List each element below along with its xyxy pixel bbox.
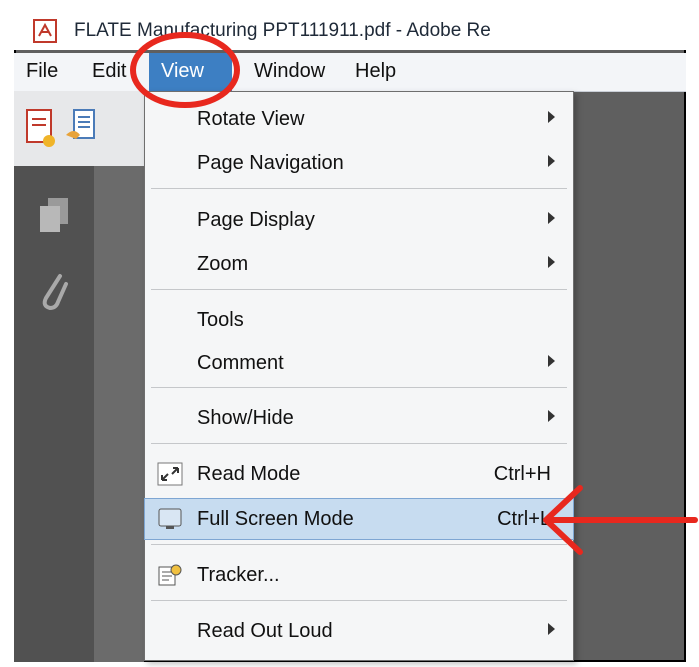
- chevron-right-icon: [548, 155, 555, 167]
- menu-separator: [151, 289, 567, 290]
- menu-separator: [151, 188, 567, 189]
- menu-item-label: Tools: [197, 309, 244, 331]
- menu-item-label: Page Navigation: [197, 152, 344, 174]
- menu-separator: [151, 443, 567, 444]
- menu-item-tracker[interactable]: Tracker...: [145, 555, 573, 595]
- title-bar: FLATE Manufacturing PPT111911.pdf - Adob…: [14, 0, 686, 50]
- document-area: [94, 166, 144, 662]
- menu-item-tools[interactable]: Tools: [145, 300, 573, 340]
- menu-item-full-screen-mode[interactable]: Full Screen Mode Ctrl+L: [144, 498, 574, 540]
- annotation-arrow: [543, 485, 698, 555]
- menu-item-label: Tracker...: [197, 564, 280, 586]
- document-icon[interactable]: [64, 107, 98, 151]
- menu-bar: File Edit Window Help: [14, 53, 686, 92]
- menu-file[interactable]: File: [26, 60, 58, 83]
- menu-item-label: Page Display: [197, 209, 315, 231]
- attachment-icon[interactable]: [36, 270, 72, 314]
- menu-item-comment[interactable]: Comment: [145, 343, 573, 383]
- menu-separator: [151, 600, 567, 601]
- menu-separator: [151, 544, 567, 545]
- menu-window[interactable]: Window: [254, 60, 325, 83]
- view-menu-dropdown: Rotate View Page Navigation Page Display…: [144, 91, 574, 661]
- menu-item-page-navigation[interactable]: Page Navigation: [145, 143, 573, 183]
- menu-item-page-display[interactable]: Page Display: [145, 200, 573, 240]
- chevron-right-icon: [548, 623, 555, 635]
- chevron-right-icon: [548, 111, 555, 123]
- read-mode-icon: [157, 462, 183, 486]
- menu-separator: [151, 387, 567, 388]
- chevron-right-icon: [548, 410, 555, 422]
- toolbar: [14, 91, 144, 166]
- tracker-icon: [158, 564, 182, 586]
- menu-item-label: Read Out Loud: [197, 620, 333, 642]
- chevron-right-icon: [548, 355, 555, 367]
- adobe-reader-icon: [33, 19, 57, 43]
- chevron-right-icon: [548, 256, 555, 268]
- menu-item-label: Rotate View: [197, 108, 305, 130]
- menu-item-zoom[interactable]: Zoom: [145, 244, 573, 284]
- chevron-right-icon: [548, 212, 555, 224]
- navigation-panel: [14, 166, 94, 662]
- menu-edit[interactable]: Edit: [92, 60, 126, 83]
- menu-item-label: Show/Hide: [197, 407, 294, 429]
- menu-item-label: Zoom: [197, 253, 249, 275]
- menu-help[interactable]: Help: [355, 60, 396, 83]
- menu-item-label: Comment: [197, 352, 284, 374]
- monitor-icon: [158, 508, 182, 529]
- create-pdf-icon[interactable]: [24, 107, 58, 151]
- menu-item-label: Read Mode: [197, 463, 301, 485]
- menu-item-label: Full Screen Mode: [197, 508, 354, 530]
- menu-item-show-hide[interactable]: Show/Hide: [145, 398, 573, 438]
- menu-item-read-mode[interactable]: Read Mode Ctrl+H: [145, 454, 573, 494]
- annotation-circle: [130, 32, 240, 108]
- menu-item-read-out-loud[interactable]: Read Out Loud: [145, 611, 573, 651]
- pages-icon[interactable]: [36, 196, 72, 236]
